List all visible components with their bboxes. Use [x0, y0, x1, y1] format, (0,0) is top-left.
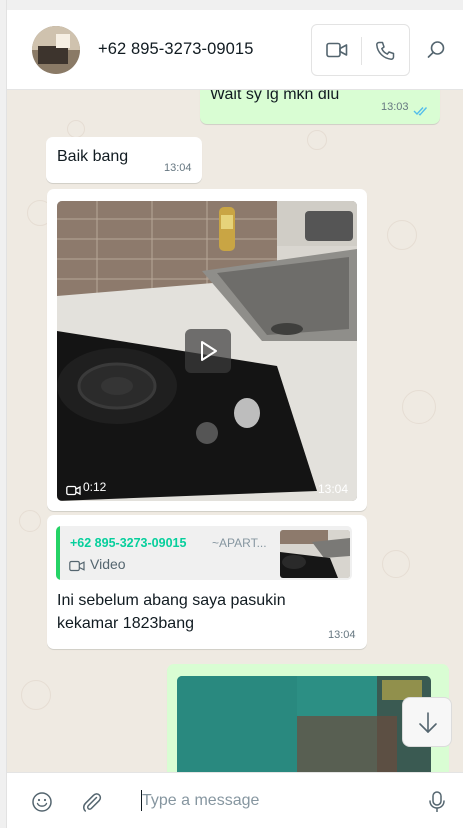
phone-icon[interactable]: [374, 40, 396, 67]
window-left-edge: [0, 0, 7, 828]
double-check-icon: [413, 103, 429, 121]
video-duration: 0:12: [83, 480, 107, 494]
video-camera-icon: [69, 559, 85, 577]
message-text: Wait sy lg mkn dlu: [210, 90, 340, 103]
incoming-message[interactable]: Baik bang 13:04: [46, 137, 202, 183]
video-thumbnail[interactable]: 0:12 13:04: [57, 201, 357, 501]
avatar[interactable]: [32, 26, 80, 74]
incoming-video-message[interactable]: 0:12 13:04: [47, 189, 367, 511]
scroll-down-button[interactable]: [402, 697, 452, 747]
video-camera-icon: [66, 483, 81, 501]
call-buttons-group: [311, 24, 410, 76]
message-time: 13:04: [164, 162, 192, 174]
outgoing-message[interactable]: Wait sy lg mkn dlu 13:03: [200, 90, 440, 124]
window-top-strip: [0, 0, 463, 10]
message-text: Ini sebelum abang saya pasukin kekamar 1…: [57, 592, 286, 632]
arrow-down-icon: [419, 712, 437, 733]
message-list[interactable]: Wait sy lg mkn dlu 13:03 Baik bang 13:04: [7, 90, 463, 772]
whatsapp-window: +62 895-3273-09015 Wait sy lg mkn dlu 13…: [0, 0, 463, 828]
quoted-thumbnail: [280, 530, 350, 578]
video-camera-icon[interactable]: [326, 40, 348, 65]
message-text: Baik bang: [57, 148, 129, 165]
play-button[interactable]: [185, 329, 231, 373]
contact-name[interactable]: +62 895-3273-09015: [98, 40, 253, 59]
chat-header: +62 895-3273-09015: [7, 10, 463, 90]
quoted-message[interactable]: +62 895-3273-09015 ~APART... Video: [56, 526, 352, 580]
quoted-sender: +62 895-3273-09015: [70, 536, 187, 550]
quoted-alias: ~APART...: [212, 536, 267, 550]
paperclip-icon[interactable]: [81, 791, 103, 818]
search-icon[interactable]: [426, 40, 446, 65]
message-time: 13:04: [317, 482, 348, 496]
message-time: 13:04: [328, 629, 356, 641]
microphone-icon[interactable]: [428, 790, 446, 819]
play-icon: [201, 341, 217, 361]
message-input[interactable]: [142, 787, 412, 815]
emoji-icon[interactable]: [31, 791, 53, 818]
image-thumbnail[interactable]: [177, 676, 431, 772]
message-composer: [7, 772, 463, 828]
message-time: 13:03: [381, 101, 409, 113]
quoted-media-label: Video: [90, 556, 126, 572]
incoming-reply-message[interactable]: +62 895-3273-09015 ~APART... Video Ini s…: [47, 515, 367, 649]
